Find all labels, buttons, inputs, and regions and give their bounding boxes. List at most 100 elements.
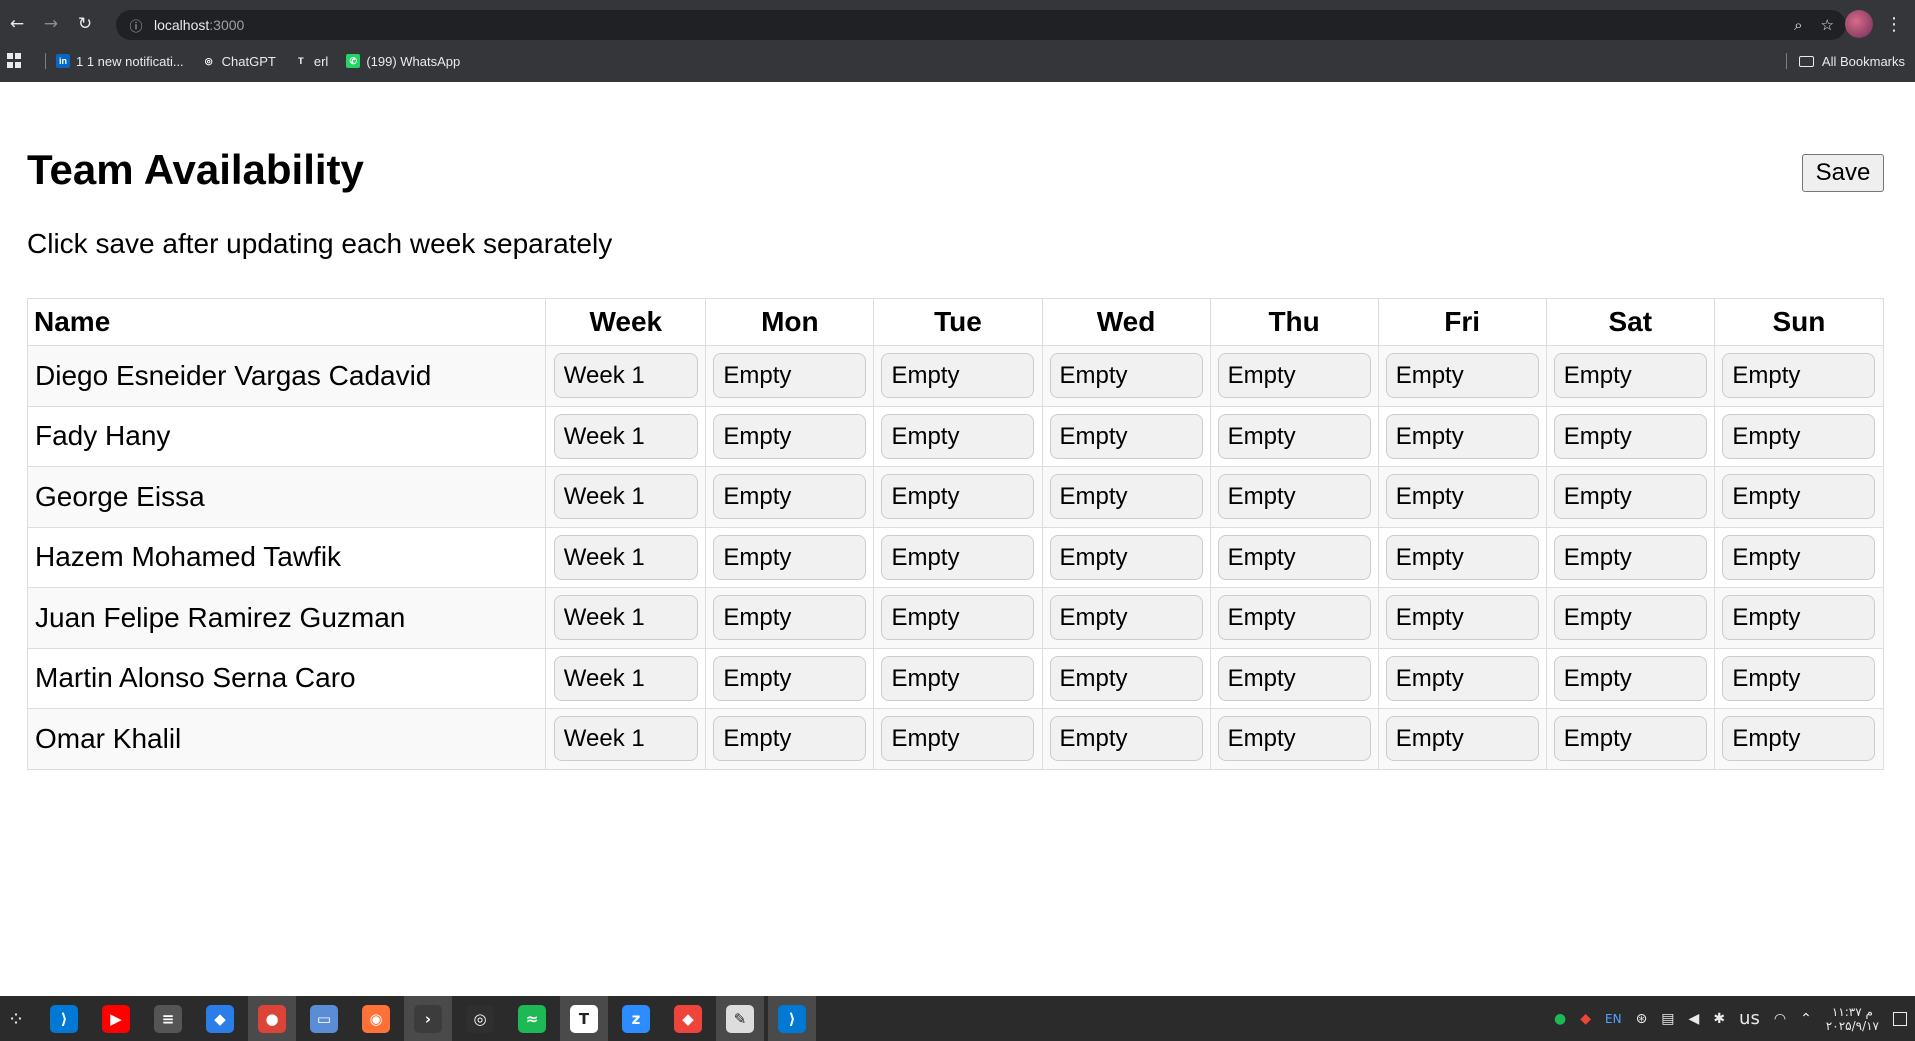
- taskbar-app[interactable]: ◎: [456, 996, 504, 1041]
- availability-select-thu[interactable]: Empty: [1217, 353, 1371, 399]
- availability-select-fri[interactable]: Empty: [1385, 413, 1539, 459]
- availability-select-wed[interactable]: Empty: [1049, 413, 1203, 459]
- availability-select-sun[interactable]: Empty: [1722, 655, 1876, 701]
- availability-select-sun[interactable]: Empty: [1722, 474, 1876, 520]
- taskbar-app[interactable]: ⟩: [40, 996, 88, 1041]
- availability-select-thu[interactable]: Empty: [1217, 413, 1371, 459]
- save-button[interactable]: Save: [1802, 154, 1884, 192]
- reload-icon[interactable]: ↻: [68, 7, 102, 41]
- availability-select-mon[interactable]: Empty: [713, 655, 867, 701]
- availability-select-mon[interactable]: Empty: [713, 353, 867, 399]
- wifi-icon[interactable]: ◠: [1774, 1011, 1786, 1027]
- taskbar-app[interactable]: ●: [248, 996, 296, 1041]
- clock[interactable]: ۱۱:۳۷ م ۲۰۲۵/۹/۱۷: [1826, 1005, 1879, 1033]
- clipboard-icon[interactable]: ▤: [1661, 1011, 1674, 1027]
- availability-select-sun[interactable]: Empty: [1722, 595, 1876, 641]
- availability-select-mon[interactable]: Empty: [713, 474, 867, 520]
- taskbar-app[interactable]: ≈: [508, 996, 556, 1041]
- week-select[interactable]: Week 1: [553, 595, 698, 641]
- availability-select-thu[interactable]: Empty: [1217, 474, 1371, 520]
- availability-select-tue[interactable]: Empty: [881, 413, 1035, 459]
- show-desktop-icon[interactable]: [1893, 1011, 1907, 1026]
- bookmark-star-icon[interactable]: ☆: [1821, 16, 1834, 34]
- bookmark-item[interactable]: ✆ (199) WhatsApp: [346, 54, 460, 69]
- availability-select-fri[interactable]: Empty: [1385, 655, 1539, 701]
- availability-select-fri[interactable]: Empty: [1385, 595, 1539, 641]
- availability-select-wed[interactable]: Empty: [1049, 595, 1203, 641]
- accessibility-icon[interactable]: ⊛: [1636, 1011, 1648, 1027]
- taskbar-app[interactable]: ◉: [352, 996, 400, 1041]
- availability-select-sat[interactable]: Empty: [1553, 655, 1707, 701]
- availability-select-sun[interactable]: Empty: [1722, 534, 1876, 580]
- week-select[interactable]: Week 1: [553, 716, 698, 762]
- availability-select-fri[interactable]: Empty: [1385, 534, 1539, 580]
- bookmark-item[interactable]: in 1 1 new notificati...: [56, 54, 184, 69]
- tray-expand-icon[interactable]: ⌃: [1800, 1011, 1812, 1027]
- taskbar-app[interactable]: ›: [404, 996, 452, 1041]
- taskbar-app[interactable]: ◆: [196, 996, 244, 1041]
- forward-arrow-icon[interactable]: →: [34, 7, 68, 41]
- availability-select-fri[interactable]: Empty: [1385, 716, 1539, 762]
- taskbar-app[interactable]: ◆: [664, 996, 712, 1041]
- availability-select-wed[interactable]: Empty: [1049, 655, 1203, 701]
- week-select[interactable]: Week 1: [553, 534, 698, 580]
- taskbar-app[interactable]: ▶: [92, 996, 140, 1041]
- taskbar-app[interactable]: T: [560, 996, 608, 1041]
- apps-grid-icon[interactable]: [7, 53, 23, 69]
- back-arrow-icon[interactable]: ←: [0, 7, 34, 41]
- availability-select-fri[interactable]: Empty: [1385, 474, 1539, 520]
- availability-select-thu[interactable]: Empty: [1217, 716, 1371, 762]
- volume-icon[interactable]: ◀: [1689, 1011, 1700, 1027]
- taskbar-app[interactable]: ✎: [716, 996, 764, 1041]
- availability-select-tue[interactable]: Empty: [881, 716, 1035, 762]
- browser-menu-icon[interactable]: ⋮: [1880, 10, 1908, 38]
- availability-select-wed[interactable]: Empty: [1049, 716, 1203, 762]
- availability-select-sat[interactable]: Empty: [1553, 595, 1707, 641]
- availability-select-sat[interactable]: Empty: [1553, 353, 1707, 399]
- profile-avatar[interactable]: [1845, 10, 1873, 38]
- availability-select-mon[interactable]: Empty: [713, 413, 867, 459]
- keyboard-layout[interactable]: us: [1739, 1008, 1760, 1029]
- availability-select-sun[interactable]: Empty: [1722, 353, 1876, 399]
- availability-select-sat[interactable]: Empty: [1553, 534, 1707, 580]
- availability-select-wed[interactable]: Empty: [1049, 353, 1203, 399]
- availability-select-thu[interactable]: Empty: [1217, 534, 1371, 580]
- availability-select-sat[interactable]: Empty: [1553, 413, 1707, 459]
- bookmark-item[interactable]: Terl: [293, 54, 328, 69]
- taskbar-app[interactable]: ▭: [300, 996, 348, 1041]
- availability-select-sat[interactable]: Empty: [1553, 716, 1707, 762]
- availability-select-tue[interactable]: Empty: [881, 353, 1035, 399]
- availability-select-wed[interactable]: Empty: [1049, 474, 1203, 520]
- week-select[interactable]: Week 1: [553, 413, 698, 459]
- availability-select-thu[interactable]: Empty: [1217, 655, 1371, 701]
- availability-select-wed[interactable]: Empty: [1049, 534, 1203, 580]
- address-bar[interactable]: ⓘ localhost:3000 ⌕ ☆: [116, 10, 1846, 40]
- availability-select-mon[interactable]: Empty: [713, 534, 867, 580]
- bluetooth-icon[interactable]: ✱: [1713, 1011, 1725, 1027]
- bookmark-item[interactable]: ◎ ChatGPT: [201, 54, 276, 69]
- availability-select-mon[interactable]: Empty: [713, 595, 867, 641]
- taskbar-app[interactable]: ≡: [144, 996, 192, 1041]
- all-bookmarks-button[interactable]: All Bookmarks: [1785, 48, 1905, 74]
- availability-select-sat[interactable]: Empty: [1553, 474, 1707, 520]
- availability-select-mon[interactable]: Empty: [713, 716, 867, 762]
- spotify-tray-icon[interactable]: ●: [1554, 1011, 1566, 1027]
- taskbar-app[interactable]: ⟩: [768, 996, 816, 1041]
- language-indicator[interactable]: EN: [1605, 1012, 1622, 1026]
- availability-select-fri[interactable]: Empty: [1385, 353, 1539, 399]
- week-select[interactable]: Week 1: [553, 474, 698, 520]
- zoom-icon[interactable]: ⌕: [1794, 16, 1802, 34]
- availability-select-tue[interactable]: Empty: [881, 534, 1035, 580]
- site-info-icon[interactable]: ⓘ: [122, 11, 150, 39]
- taskbar-app[interactable]: z: [612, 996, 660, 1041]
- availability-select-sun[interactable]: Empty: [1722, 413, 1876, 459]
- availability-select-tue[interactable]: Empty: [881, 655, 1035, 701]
- app-launcher-icon[interactable]: ⁘: [0, 996, 32, 1041]
- week-select[interactable]: Week 1: [553, 353, 698, 399]
- availability-select-thu[interactable]: Empty: [1217, 595, 1371, 641]
- availability-select-sun[interactable]: Empty: [1722, 716, 1876, 762]
- anydesk-tray-icon[interactable]: ◆: [1580, 1011, 1591, 1027]
- week-select[interactable]: Week 1: [553, 655, 698, 701]
- availability-select-tue[interactable]: Empty: [881, 474, 1035, 520]
- availability-select-tue[interactable]: Empty: [881, 595, 1035, 641]
